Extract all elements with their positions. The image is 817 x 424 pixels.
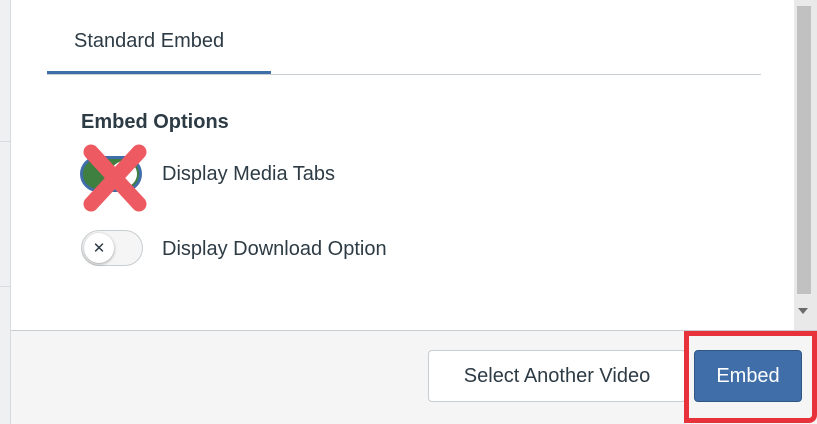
red-x-icon — [83, 144, 147, 212]
select-another-video-button[interactable]: Select Another Video — [428, 350, 686, 402]
tab-label: Standard Embed — [74, 30, 225, 52]
display-media-tabs-label: Display Media Tabs — [162, 163, 336, 185]
modal-body: Standard Embed Embed Options Display Med… — [11, 0, 794, 330]
tab-divider — [47, 74, 761, 75]
scrollbar[interactable] — [794, 0, 817, 330]
scroll-down-arrow-icon[interactable] — [798, 308, 808, 314]
display-download-option-label: Display Download Option — [162, 238, 387, 260]
embed-options-heading: Embed Options — [81, 111, 229, 133]
embed-dialog: Standard Embed Embed Options Display Med… — [0, 0, 817, 424]
close-icon: ✕ — [84, 233, 114, 263]
scrollbar-thumb[interactable] — [797, 6, 811, 294]
background-page-edge — [0, 0, 11, 424]
display-download-option-toggle[interactable]: ✕ — [81, 230, 143, 266]
modal-footer: Select Another Video Embed — [11, 330, 817, 424]
embed-button[interactable]: Embed — [694, 350, 802, 402]
tab-standard-embed[interactable]: Standard Embed — [47, 0, 271, 76]
